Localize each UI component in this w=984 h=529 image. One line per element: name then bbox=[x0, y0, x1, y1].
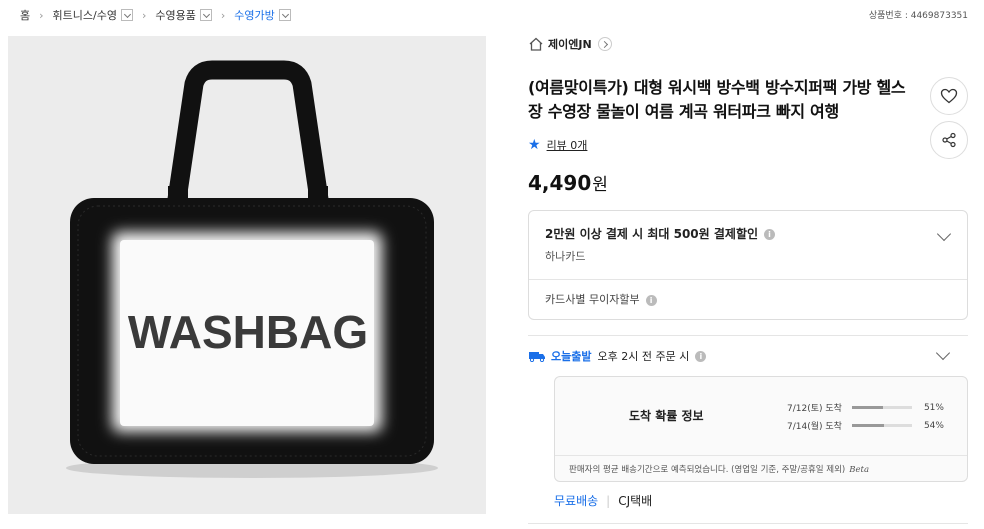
separator: | bbox=[606, 493, 611, 508]
chevron-down-icon[interactable] bbox=[936, 226, 952, 242]
divider bbox=[528, 335, 968, 336]
price-unit: 원 bbox=[592, 175, 608, 195]
share-icon bbox=[942, 132, 956, 148]
shipping-info: 무료배송 | CJ택배 bbox=[554, 492, 652, 509]
star-icon: ★ bbox=[528, 137, 541, 153]
washbag-image: WASHBAG bbox=[8, 36, 486, 514]
seller-link[interactable]: 제이엔JN bbox=[528, 34, 968, 54]
like-button[interactable] bbox=[930, 77, 968, 115]
divider bbox=[528, 523, 968, 524]
free-shipping[interactable]: 무료배송 bbox=[554, 492, 598, 509]
delivery-header[interactable]: 오늘출발 오후 2시 전 주문 시 i bbox=[528, 348, 707, 364]
seller-name: 제이엔JN bbox=[548, 38, 592, 51]
arrival-date: 7/12(토) 도착 bbox=[787, 404, 842, 414]
chevron-right-icon: › bbox=[39, 8, 44, 22]
probability-bar-fill bbox=[851, 406, 883, 409]
beta-label: Beta bbox=[849, 465, 870, 475]
product-image[interactable]: WASHBAG bbox=[8, 36, 486, 514]
chevron-down-icon[interactable] bbox=[199, 9, 212, 21]
chevron-right-icon: › bbox=[141, 8, 147, 22]
share-button[interactable] bbox=[930, 121, 968, 159]
chevron-down-icon[interactable] bbox=[935, 345, 951, 361]
review-link[interactable]: ★ 리뷰 0개 bbox=[528, 137, 587, 153]
price-amount: 4,490 bbox=[528, 171, 592, 195]
product-title: (여름맞이특가) 대형 워시백 방수백 방수지퍼팩 가방 헬스장 수영장 물놀이… bbox=[528, 78, 906, 121]
product-number: 상품번호 : 4469873351 bbox=[868, 11, 968, 21]
breadcrumb-swim-bag[interactable]: 수영가방 bbox=[234, 7, 274, 23]
price: 4,490원 bbox=[528, 170, 608, 195]
info-icon[interactable]: i bbox=[645, 294, 657, 306]
probability-row: 7/12(토) 도착 51% bbox=[787, 401, 944, 415]
washbag-label: WASHBAG bbox=[128, 306, 368, 358]
delivery-note-text: 판매자의 평균 배송기간으로 예측되었습니다. (영업일 기준, 주말/공휴일 … bbox=[569, 465, 846, 475]
info-icon[interactable]: i bbox=[695, 350, 707, 362]
delivery-note: 판매자의 평균 배송기간으로 예측되었습니다. (영업일 기준, 주말/공휴일 … bbox=[569, 463, 869, 475]
breadcrumb-swim-goods[interactable]: 수영용품 bbox=[155, 7, 195, 23]
product-info-panel: 제이엔JN (여름맞이특가) 대형 워시백 방수백 방수지퍼팩 가방 헬스장 수… bbox=[528, 34, 968, 524]
info-icon[interactable]: i bbox=[764, 229, 776, 240]
probability-row: 7/14(월) 도착 54% bbox=[787, 419, 944, 433]
probability-bar bbox=[851, 406, 912, 409]
chevron-right-icon: › bbox=[220, 8, 226, 22]
probability-heading: 도착 확률 정보 bbox=[629, 409, 704, 423]
breadcrumb-home[interactable]: 홈 bbox=[20, 7, 30, 23]
arrival-percent: 54% bbox=[923, 420, 944, 431]
benefit-box: 2만원 이상 결제 시 최대 500원 결제할인 i 하나카드 카드사별 무이자할… bbox=[528, 210, 968, 320]
card-name: 하나카드 bbox=[545, 250, 586, 263]
discount-text: 2만원 이상 결제 시 최대 500원 결제할인 bbox=[545, 227, 759, 241]
chevron-down-icon[interactable] bbox=[278, 9, 291, 21]
chevron-down-icon[interactable] bbox=[120, 9, 133, 21]
installment-info[interactable]: 카드사별 무이자할부 i bbox=[545, 291, 657, 307]
arrival-date: 7/14(월) 도착 bbox=[787, 422, 842, 432]
today-ship-badge: 오늘출발 bbox=[551, 350, 592, 363]
breadcrumb: 홈 › 휘트니스/수영 › 수영용품 › 수영가방 bbox=[20, 6, 291, 24]
courier-name: CJ택배 bbox=[618, 494, 653, 508]
home-icon bbox=[529, 37, 543, 51]
probability-bar-fill bbox=[851, 424, 885, 427]
installment-text: 카드사별 무이자할부 bbox=[545, 293, 640, 306]
divider bbox=[529, 279, 967, 280]
truck-icon bbox=[529, 352, 545, 362]
divider bbox=[555, 455, 967, 456]
delivery-text: 오후 2시 전 주문 시 bbox=[597, 350, 690, 363]
breadcrumb-fitness[interactable]: 휘트니스/수영 bbox=[53, 7, 117, 23]
probability-bar bbox=[851, 424, 912, 427]
arrival-probability-box: 도착 확률 정보 7/12(토) 도착 51% 7/14(월) 도착 54% 판… bbox=[554, 376, 968, 482]
heart-icon bbox=[940, 88, 958, 104]
arrival-percent: 51% bbox=[923, 402, 944, 413]
discount-info[interactable]: 2만원 이상 결제 시 최대 500원 결제할인 i bbox=[545, 225, 776, 242]
chevron-right-icon bbox=[597, 37, 612, 51]
review-count: 리뷰 0개 bbox=[546, 139, 588, 152]
